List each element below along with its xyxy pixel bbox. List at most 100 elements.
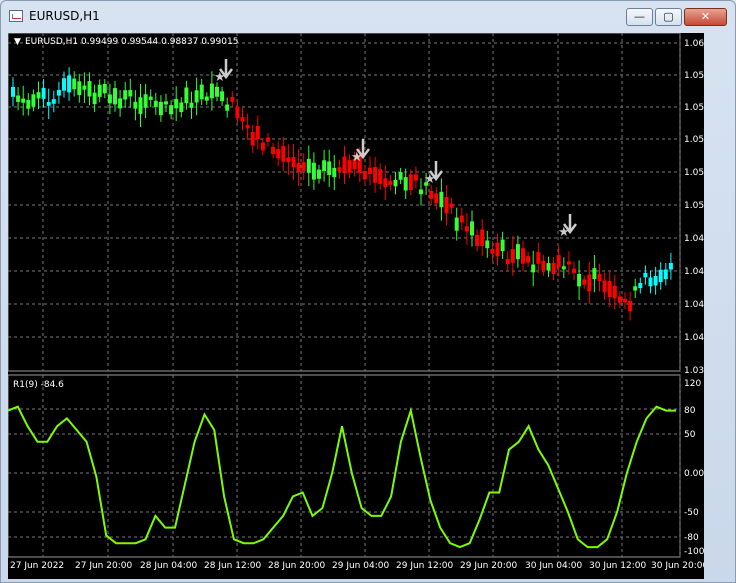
candle-body — [194, 90, 199, 103]
candles[interactable] — [11, 67, 673, 321]
indicator-label: R1(9) -84.6 — [13, 380, 64, 390]
candle-body — [67, 75, 72, 93]
candle-body — [480, 229, 485, 246]
candle-body — [118, 98, 123, 109]
candle-body — [306, 158, 311, 173]
candle-body — [607, 280, 612, 298]
candle-body — [36, 92, 41, 99]
candle-body — [470, 221, 474, 236]
candle-body — [653, 276, 658, 286]
dropdown-triangle-icon[interactable]: ▼ — [14, 37, 21, 47]
candle-body — [464, 226, 469, 232]
candle-body — [143, 94, 148, 108]
candle-body — [337, 167, 342, 172]
candle-body — [204, 96, 209, 101]
chart-svg[interactable]: ★★★★ ▼ EURUSD,H1 0.99499 0.99544 0.98837… — [8, 33, 704, 579]
price-tick: 1.05000 — [684, 201, 704, 211]
candle-body — [485, 240, 490, 249]
candle-body — [526, 256, 531, 263]
candle-body — [566, 261, 571, 265]
candle-body — [301, 162, 306, 171]
candle-body — [225, 104, 230, 111]
candle-body — [658, 269, 663, 283]
candle-body — [128, 90, 133, 97]
price-tick: 1.05250 — [684, 168, 704, 178]
candle-body — [449, 203, 454, 208]
candle-body — [342, 156, 347, 174]
candle-body — [158, 101, 163, 116]
candle-body — [403, 177, 408, 191]
minimize-button[interactable]: — — [626, 8, 653, 26]
indicator-tick: 50 — [684, 430, 696, 440]
candle-body — [215, 86, 219, 97]
indicator-tick: -50 — [684, 508, 699, 518]
signal-arrows: ★★★★ — [214, 59, 577, 240]
candle-body — [362, 170, 367, 180]
candle-body — [245, 125, 250, 129]
candle-body — [572, 268, 576, 273]
candle-body — [276, 149, 281, 159]
candle-body — [164, 101, 168, 105]
price-tick: 1.05740 — [684, 103, 704, 113]
candle-body — [536, 252, 541, 264]
candle-body — [587, 274, 592, 292]
candle-body — [72, 78, 77, 90]
indicator-pane-border — [8, 374, 681, 558]
candle-body — [429, 191, 434, 199]
candle-body — [82, 85, 87, 90]
candle-body — [434, 193, 439, 204]
price-tick: 1.04510 — [684, 267, 704, 277]
candle-body — [286, 157, 291, 163]
candle-body — [668, 262, 673, 270]
time-tick: 29 Jun 04:00 — [332, 561, 389, 571]
price-tick: 1.06235 — [684, 39, 704, 49]
candle-body — [11, 86, 15, 97]
close-button[interactable]: ✕ — [684, 8, 727, 26]
maximize-button[interactable]: ▢ — [655, 8, 682, 26]
candle-body — [332, 167, 337, 178]
time-tick: 30 Jun 04:00 — [525, 561, 582, 571]
price-tick: 1.04755 — [684, 234, 704, 244]
candle-body — [189, 102, 194, 108]
candle-body — [643, 272, 648, 278]
candle-body — [521, 248, 525, 264]
candle-body — [490, 249, 495, 254]
window-title: EURUSD,H1 — [29, 9, 100, 23]
candle-body — [495, 242, 500, 257]
candle-body — [628, 300, 633, 312]
candle-body — [77, 81, 82, 96]
time-tick: 30 Jun 20:00 — [651, 561, 704, 571]
candle-body — [56, 89, 61, 96]
candle-body — [444, 196, 449, 214]
candle-body — [373, 167, 378, 183]
candle-body — [260, 142, 265, 151]
candle-body — [556, 255, 561, 268]
candle-body — [623, 298, 627, 303]
candle-body — [602, 280, 607, 293]
price-info-label: EURUSD,H1 0.99499 0.99544 0.98837 0.9901… — [25, 37, 238, 47]
title-bar[interactable]: EURUSD,H1 — ▢ ✕ — [1, 1, 735, 31]
time-tick: 30 Jun 12:00 — [589, 561, 646, 571]
price-tick: 1.04015 — [684, 333, 704, 343]
candle-body — [250, 132, 255, 146]
indicator-tick: 80 — [684, 406, 696, 416]
candle-body — [220, 91, 225, 102]
candle-body — [475, 234, 480, 247]
candle-body — [454, 217, 459, 231]
indicator-tick: 120 — [684, 379, 701, 389]
candle-body — [46, 102, 51, 106]
time-tick: 29 Jun 20:00 — [460, 561, 517, 571]
candle-body — [209, 83, 214, 99]
candle-body — [174, 98, 179, 109]
price-tick: 1.05990 — [684, 71, 704, 81]
candle-body — [368, 167, 372, 175]
chart-area[interactable]: ★ ★ ★ ★ ▼ EURUSD,H1 0.99499 0.99544 0.98837… — [8, 33, 704, 579]
candle-body — [577, 273, 582, 287]
candle-body — [199, 84, 204, 100]
candle-body — [633, 286, 638, 291]
price-tick: 1.04260 — [684, 300, 704, 310]
candle-body — [255, 125, 260, 139]
candle-body — [459, 215, 464, 223]
candle-body — [148, 96, 153, 100]
candle-body — [388, 180, 393, 185]
